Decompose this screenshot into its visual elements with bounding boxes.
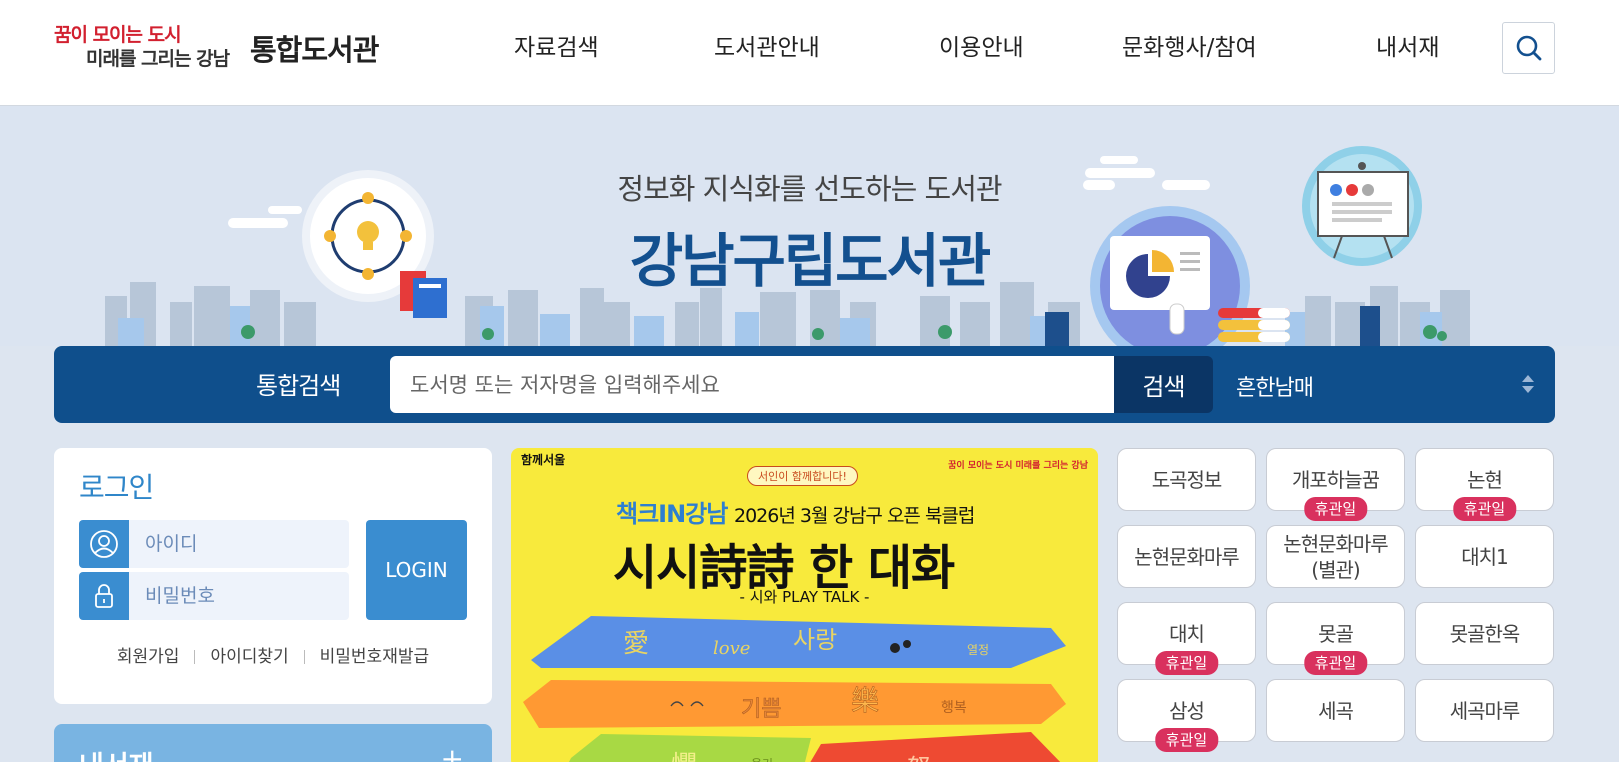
closed-badge: 휴관일 <box>1154 728 1219 752</box>
branch-name: 개포하늘꿈 <box>1292 467 1380 492</box>
branch-segok-maru[interactable]: 세곡마루 <box>1415 679 1554 742</box>
banner-illustration: 愛 love 사랑 열정 기쁨 樂 행복 懼 두려움 용기 怒 분노 <box>523 616 1066 762</box>
main-nav: 자료검색 도서관안내 이용안내 문화행사/참여 내서재 <box>460 28 1460 68</box>
logo-slogan-line1: 꿈이 모이는 도시 <box>54 24 182 46</box>
lock-icon <box>79 572 129 620</box>
divider <box>194 650 196 664</box>
branch-nonhyeon-munhwamaru-annex[interactable]: 논현문화마루 (별관) <box>1266 525 1405 588</box>
nav-item-search[interactable]: 자료검색 <box>514 28 599 62</box>
find-id-link[interactable]: 아이디찾기 <box>210 647 288 667</box>
banner-pill: 서인이 함께합니다! <box>747 466 858 486</box>
branch-name: 논현 <box>1467 467 1503 492</box>
svg-text:열정: 열정 <box>967 643 989 657</box>
login-button[interactable]: LOGIN <box>366 520 467 620</box>
branch-nonhyeon[interactable]: 논현 휴관일 <box>1415 448 1554 521</box>
branch-name: 삼성 <box>1169 698 1205 723</box>
id-field-wrapper <box>79 520 349 568</box>
branch-daechi1[interactable]: 대치1 <box>1415 525 1554 588</box>
popular-keyword-select[interactable]: 흔한남매 <box>1236 356 1536 413</box>
nav-item-library-info[interactable]: 도서관안내 <box>714 28 820 62</box>
branch-gaepo-haneulkkum[interactable]: 개포하늘꿈 휴관일 <box>1266 448 1405 521</box>
branch-name: 세곡마루 <box>1449 698 1521 723</box>
hero-title: 강남구립도서관 <box>629 227 992 295</box>
site-logo[interactable]: 꿈이 모이는 도시 미래를 그리는 강남 통합도서관 <box>54 20 404 74</box>
nav-item-usage-guide[interactable]: 이용안내 <box>939 28 1024 62</box>
branch-daechi[interactable]: 대치 휴관일 <box>1117 602 1256 675</box>
search-icon <box>1516 35 1541 61</box>
svg-text:樂: 樂 <box>851 684 879 717</box>
banner-date: 2026년 3월 강남구 오픈 북클럽 <box>733 505 975 527</box>
branch-name: 세곡 <box>1318 698 1354 723</box>
svg-text:love: love <box>713 638 750 659</box>
branch-nonhyeon-munhwamaru[interactable]: 논현문화마루 <box>1117 525 1256 588</box>
nav-item-my-library[interactable]: 내서재 <box>1376 28 1439 62</box>
closed-badge: 휴관일 <box>1154 651 1219 675</box>
user-icon <box>79 520 129 568</box>
svg-text:懼: 懼 <box>671 751 697 762</box>
more-button[interactable]: + <box>441 742 464 762</box>
site-header: 꿈이 모이는 도시 미래를 그리는 강남 통합도서관 자료검색 도서관안내 이용… <box>0 0 1619 106</box>
signup-link[interactable]: 회원가입 <box>117 647 180 667</box>
my-bookshelf-title: 내서재 <box>79 744 154 762</box>
closed-badge: 휴관일 <box>1452 497 1517 521</box>
popular-keyword-value: 흔한남매 <box>1236 376 1314 401</box>
id-input[interactable] <box>129 520 349 568</box>
banner-logo-left-text: 함께서울 <box>521 453 566 467</box>
hero-banner: 정보화 지식화를 선도하는 도서관 강남구립도서관 <box>0 106 1619 346</box>
login-links: 회원가입 아이디찾기 비밀번호재발급 <box>54 642 492 667</box>
branch-motgol-hanok[interactable]: 못골한옥 <box>1415 602 1554 665</box>
branch-dogok[interactable]: 도곡정보 <box>1117 448 1256 511</box>
divider <box>303 650 305 664</box>
my-bookshelf-box: 내서재 + <box>54 724 492 762</box>
svg-text:愛: 愛 <box>623 629 649 659</box>
branch-name: 대치1 <box>1461 544 1509 569</box>
hero-subtitle: 정보화 지식화를 선도하는 도서관 <box>617 172 1002 206</box>
closed-badge: 휴관일 <box>1303 497 1368 521</box>
branch-name: 도곡정보 <box>1151 467 1223 492</box>
branch-name: 못골 <box>1318 621 1354 646</box>
closed-badge: 휴관일 <box>1303 651 1368 675</box>
login-title: 로그인 <box>79 471 154 504</box>
event-banner[interactable]: 함께서울 꿈이 모이는 도시 미래를 그리는 강남 서인이 함께합니다! 책크I… <box>511 448 1098 762</box>
branch-name: 대치 <box>1169 621 1205 646</box>
updown-arrow-icon <box>1522 375 1534 393</box>
svg-text:怒: 怒 <box>907 754 931 762</box>
banner-gangnam-logo: 꿈이 모이는 도시 미래를 그리는 강남 <box>948 461 1088 471</box>
search-label: 통합검색 <box>256 372 341 400</box>
reset-password-link[interactable]: 비밀번호재발급 <box>320 647 429 667</box>
search-submit-button[interactable]: 검색 <box>1114 356 1213 413</box>
logo-slogan-line2: 미래를 그리는 강남 <box>86 48 230 70</box>
svg-text:사랑: 사랑 <box>793 626 837 654</box>
branch-name: 논현문화마루 <box>1134 544 1239 569</box>
pw-field-wrapper <box>79 572 349 620</box>
banner-heading: 책크IN강남 2026년 3월 강남구 오픈 북클럽 <box>616 494 975 529</box>
branch-samseong[interactable]: 삼성 휴관일 <box>1117 679 1256 752</box>
svg-text:용기: 용기 <box>751 757 773 762</box>
branch-segok[interactable]: 세곡 <box>1266 679 1405 742</box>
search-input[interactable] <box>390 356 1114 413</box>
svg-text:행복: 행복 <box>941 700 967 716</box>
logo-slogan: 꿈이 모이는 도시 미래를 그리는 강남 <box>54 20 244 74</box>
nav-item-events[interactable]: 문화행사/참여 <box>1122 28 1257 62</box>
branch-name: 논현문화마루 (별관) <box>1283 531 1388 582</box>
logo-name: 통합도서관 <box>250 33 379 67</box>
branch-name: 못골한옥 <box>1449 621 1521 646</box>
banner-seoul-logo: 함께서울 <box>521 454 565 467</box>
login-box: 로그인 LOGIN 회원가입 아이디찾기 비밀번호재발급 <box>54 448 492 704</box>
branch-motgol[interactable]: 못골 휴관일 <box>1266 602 1405 675</box>
integrated-search-bar: 통합검색 검색 흔한남매 <box>54 346 1555 423</box>
svg-text:기쁨: 기쁨 <box>741 697 781 722</box>
banner-tagline: - 시와 PLAY TALK - <box>739 588 870 606</box>
banner-brand: 책크IN강남 <box>616 500 728 528</box>
header-search-button[interactable] <box>1502 22 1555 74</box>
password-input[interactable] <box>129 572 349 620</box>
